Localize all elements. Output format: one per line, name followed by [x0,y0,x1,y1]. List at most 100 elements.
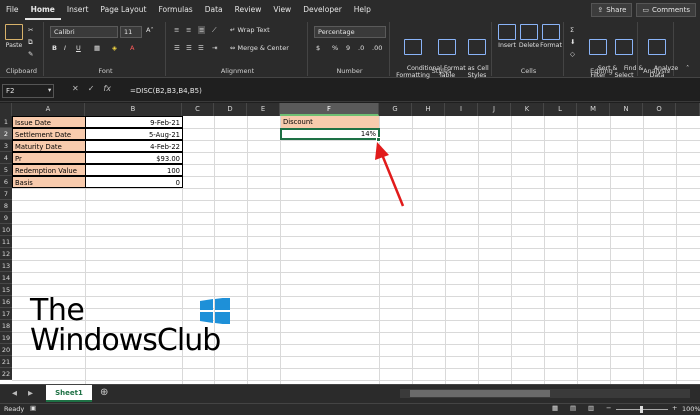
indent-icon[interactable]: ⇥ [212,44,217,52]
menu-insert[interactable]: Insert [61,0,95,20]
column-header-d[interactable]: D [214,103,247,116]
menu-view[interactable]: View [267,0,297,20]
collapse-ribbon-icon[interactable]: ˄ [686,64,689,72]
align-right-icon[interactable]: ☰ [198,44,204,52]
cell-a5[interactable]: Redemption Value [12,164,86,177]
column-header-m[interactable]: M [577,103,610,116]
column-header-e[interactable]: E [247,103,280,116]
row-header-16[interactable]: 16 [0,296,12,309]
font-size-select[interactable]: 11 [120,26,142,38]
row-header-8[interactable]: 8 [0,200,12,213]
comma-icon[interactable]: 9 [346,44,350,52]
menu-formulas[interactable]: Formulas [152,0,198,20]
menu-home[interactable]: Home [24,0,61,20]
row-header-18[interactable]: 18 [0,320,12,333]
row-header-1[interactable]: 1 [0,116,12,129]
name-box[interactable]: F2 [2,84,54,98]
menu-page-layout[interactable]: Page Layout [94,0,152,20]
row-header-2[interactable]: 2 [0,128,12,141]
percent-icon[interactable]: % [332,44,338,52]
row-header-22[interactable]: 22 [0,368,12,381]
find-select-button[interactable]: Find & Select [612,24,643,87]
underline-icon[interactable]: U [76,44,81,52]
borders-icon[interactable]: ▦ [94,44,100,52]
increase-decimal-icon[interactable]: .0 [358,44,364,52]
column-header-b[interactable]: B [85,103,182,116]
number-format-select[interactable]: Percentage [314,26,386,38]
menu-review[interactable]: Review [229,0,268,20]
page-break-view-icon[interactable]: ▥ [588,404,594,412]
cell-b1[interactable]: 9-Feb-21 [85,116,183,129]
zoom-in-icon[interactable]: + [672,404,677,412]
copy-icon[interactable]: ⧉ [28,38,33,47]
font-color-icon[interactable]: A [130,44,134,52]
column-header-n[interactable]: N [610,103,643,116]
column-header-h[interactable]: H [412,103,445,116]
row-header-21[interactable]: 21 [0,356,12,369]
row-header-7[interactable]: 7 [0,188,12,201]
format-painter-icon[interactable]: ✎ [28,50,33,58]
row-header-4[interactable]: 4 [0,152,12,165]
column-header-j[interactable]: J [478,103,511,116]
column-header-k[interactable]: K [511,103,544,116]
add-sheet-icon[interactable]: ⊕ [100,387,108,398]
row-header-9[interactable]: 9 [0,212,12,225]
column-header-a[interactable]: A [12,103,85,116]
bold-icon[interactable]: B [52,44,57,52]
italic-icon[interactable]: I [64,44,66,52]
zoom-out-icon[interactable]: − [606,404,611,412]
row-header-13[interactable]: 13 [0,260,12,273]
column-header-l[interactable]: L [544,103,577,116]
cut-icon[interactable]: ✂ [28,26,33,34]
row-header-20[interactable]: 20 [0,344,12,357]
bottom-align-icon[interactable]: ≡ [198,26,206,34]
cell-b4[interactable]: $93.00 [85,152,183,165]
row-header-14[interactable]: 14 [0,272,12,285]
share-button[interactable]: ⇪ Share [591,3,633,17]
wrap-text-button[interactable]: ↵ Wrap Text [230,26,270,34]
scrollbar-thumb[interactable] [410,390,550,397]
menu-data[interactable]: Data [199,0,229,20]
comments-button[interactable]: ▭ Comments [636,3,696,17]
page-layout-view-icon[interactable]: ▤ [570,404,576,412]
zoom-level[interactable]: 100% [682,405,700,413]
clear-icon[interactable]: ◇ [570,50,575,58]
align-center-icon[interactable]: ☰ [186,44,192,52]
merge-center-button[interactable]: ⇔ Merge & Center [230,44,289,52]
horizontal-scrollbar[interactable] [400,389,690,398]
cell-a3[interactable]: Maturity Date [12,140,86,153]
fill-icon[interactable]: ⬇ [570,38,575,46]
column-header-f[interactable]: F [280,103,379,116]
normal-view-icon[interactable]: ▦ [552,404,558,412]
fill-color-icon[interactable]: ◈ [112,44,117,52]
scroll-right-icon[interactable]: ▶ [28,389,33,397]
decrease-decimal-icon[interactable]: .00 [372,44,382,52]
macro-record-icon[interactable]: ▣ [30,404,36,412]
cell-b5[interactable]: 100 [85,164,183,177]
row-header-5[interactable]: 5 [0,164,12,177]
delete-cells-button[interactable]: Delete [518,24,540,50]
menu-file[interactable]: File [0,0,25,20]
row-header-19[interactable]: 19 [0,332,12,345]
cell-a2[interactable]: Settlement Date [12,128,86,141]
insert-function-icon[interactable]: fx [103,84,111,93]
cell-a4[interactable]: Pr [12,152,86,165]
menu-developer[interactable]: Developer [297,0,348,20]
sort-filter-button[interactable]: Sort & Filter [586,24,617,87]
column-header-i[interactable]: I [445,103,478,116]
analyze-data-button[interactable]: Analyze Data [642,24,678,87]
sheet-tab-sheet1[interactable]: Sheet1 [46,385,92,402]
formula-input[interactable]: =DISC(B2,B3,B4,B5) [130,84,202,98]
column-header-c[interactable]: C [182,103,214,116]
conditional-formatting-button[interactable]: Conditional Formatting [395,24,442,87]
select-all-corner[interactable] [0,103,12,116]
format-cells-button[interactable]: Format [540,24,562,50]
zoom-slider-thumb[interactable] [640,406,643,413]
cell-f1[interactable]: Discount [281,116,379,129]
format-as-table-button[interactable]: Format as Table [432,24,475,87]
row-header-11[interactable]: 11 [0,236,12,249]
font-name-select[interactable]: Calibri [50,26,118,38]
cell-a6[interactable]: Basis [12,176,86,189]
cancel-icon[interactable]: ✕ [72,84,79,93]
scroll-left-icon[interactable]: ◀ [12,389,17,397]
